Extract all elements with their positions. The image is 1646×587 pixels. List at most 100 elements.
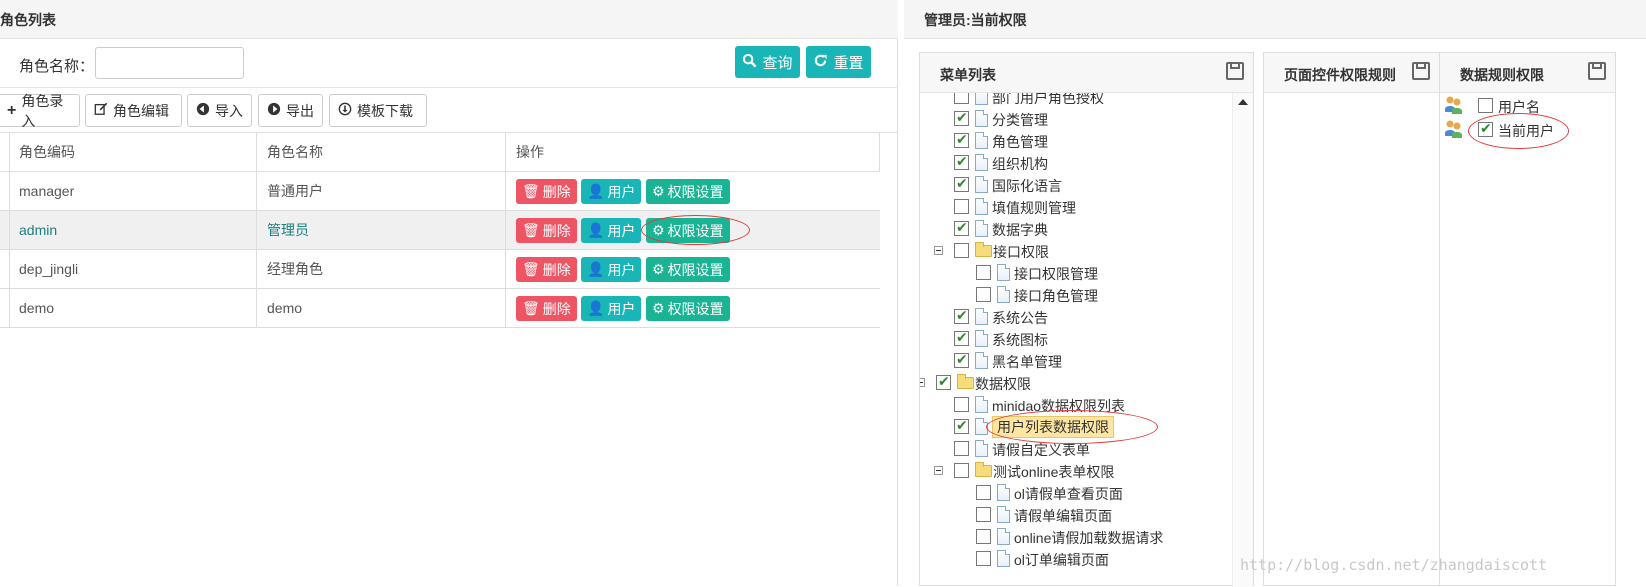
table-row[interactable]: demo demo 🗑 删除 👤 用户 ⚙ 权限设置 — [0, 289, 880, 328]
reset-button[interactable]: 重置 — [806, 46, 871, 78]
tree-node-checkbox[interactable] — [954, 243, 969, 258]
column-divider — [256, 211, 257, 250]
tree-node-label: 请假单编辑页面 — [1014, 508, 1112, 524]
tree-node[interactable]: online请假加载数据请求 — [920, 526, 1232, 548]
users-button[interactable]: 👤 用户 — [581, 218, 642, 243]
edit-role-button[interactable]: 角色编辑 — [85, 94, 182, 127]
circle-arrow-right-icon — [267, 102, 281, 119]
tree-node-checkbox[interactable] — [954, 463, 969, 478]
document-icon — [997, 484, 1010, 501]
users-button[interactable]: 👤 用户 — [581, 179, 642, 204]
tree-node[interactable]: 填值规则管理 — [920, 196, 1232, 218]
tree-node-label: 测试online表单权限 — [993, 464, 1115, 480]
tree-node-checkbox[interactable] — [954, 307, 969, 324]
table-row[interactable]: admin 管理员 🗑 删除 👤 用户 ⚙ 权限设置 — [0, 211, 880, 250]
reset-button-label: 重置 — [833, 54, 864, 72]
template-download-label: 模板下载 — [357, 102, 413, 119]
tree-node-checkbox[interactable] — [954, 219, 969, 236]
tree-node-checkbox[interactable] — [954, 351, 969, 368]
tree-node-checkbox[interactable] — [936, 373, 951, 390]
column-header-role-code[interactable]: 角色编码 — [19, 133, 75, 172]
query-button[interactable]: 查询 — [735, 46, 800, 78]
delete-button[interactable]: 🗑 删除 — [516, 296, 577, 321]
tree-node[interactable]: 部门用户角色授权 — [920, 93, 1232, 108]
permission-settings-button[interactable]: ⚙ 权限设置 — [646, 179, 730, 204]
delete-label: 删除 — [542, 183, 571, 200]
delete-button[interactable]: 🗑 删除 — [516, 257, 577, 282]
document-icon — [975, 396, 988, 413]
tree-node[interactable]: 接口角色管理 — [920, 284, 1232, 306]
tree-node-checkbox[interactable] — [954, 109, 969, 126]
tree-node[interactable]: ol请假单查看页面 — [920, 482, 1232, 504]
collapse-toggle-icon[interactable] — [934, 466, 943, 475]
tree-node[interactable]: 系统公告 — [920, 306, 1232, 328]
tree-node-checkbox[interactable] — [954, 93, 969, 104]
tree-node[interactable]: 角色管理 — [920, 130, 1232, 152]
save-icon[interactable] — [1588, 62, 1606, 80]
import-button[interactable]: 导入 — [187, 94, 252, 127]
tree-node[interactable]: 系统图标 — [920, 328, 1232, 350]
users-button[interactable]: 👤 用户 — [581, 257, 642, 282]
tree-folder-node[interactable]: 数据权限 — [920, 372, 1232, 394]
role-list-header: 角色列表 — [0, 0, 898, 39]
query-button-label: 查询 — [762, 54, 793, 72]
export-label: 导出 — [286, 102, 314, 119]
document-icon — [997, 286, 1010, 303]
tree-node-checkbox[interactable] — [954, 397, 969, 412]
tree-node[interactable]: 国际化语言 — [920, 174, 1232, 196]
delete-button[interactable]: 🗑 删除 — [516, 218, 577, 243]
tree-node[interactable]: 请假单编辑页面 — [920, 504, 1232, 526]
tree-node-checkbox[interactable] — [954, 175, 969, 192]
column-divider — [9, 289, 10, 328]
save-icon[interactable] — [1412, 62, 1430, 80]
tree-node-checkbox[interactable] — [976, 485, 991, 500]
tree-folder-node[interactable]: 接口权限 — [920, 240, 1232, 262]
scroll-up-arrow-icon[interactable] — [1238, 99, 1248, 105]
page-control-rules-panel: 页面控件权限规则 — [1263, 52, 1440, 586]
data-rule-permissions-header: 数据规则权限 — [1440, 53, 1615, 93]
tree-node-checkbox[interactable] — [976, 287, 991, 302]
tree-node-label: 数据字典 — [992, 222, 1048, 238]
users-button[interactable]: 👤 用户 — [581, 296, 642, 321]
tree-node-checkbox[interactable] — [954, 417, 969, 434]
delete-label: 删除 — [542, 261, 571, 278]
current-permissions-header: 管理员:当前权限 — [904, 0, 1646, 39]
column-header-role-name[interactable]: 角色名称 — [267, 133, 323, 172]
delete-button[interactable]: 🗑 删除 — [516, 179, 577, 204]
tree-folder-node[interactable]: 测试online表单权限 — [920, 460, 1232, 482]
tree-node[interactable]: 数据字典 — [920, 218, 1232, 240]
permission-settings-button[interactable]: ⚙ 权限设置 — [646, 257, 730, 282]
tree-scrollbar[interactable] — [1232, 93, 1253, 587]
tree-node[interactable]: 黑名单管理 — [920, 350, 1232, 372]
role-name-search-input[interactable] — [95, 47, 244, 79]
save-icon[interactable] — [1226, 62, 1244, 80]
edit-role-label: 角色编辑 — [113, 102, 169, 119]
tree-node-checkbox[interactable] — [954, 153, 969, 170]
template-download-button[interactable]: 模板下载 — [329, 94, 427, 127]
table-row[interactable]: manager 普通用户 🗑 删除 👤 用户 ⚙ 权限设置 — [0, 172, 880, 211]
add-role-button[interactable]: + 角色录入 — [0, 93, 80, 129]
tree-node-checkbox[interactable] — [976, 507, 991, 522]
tree-node-checkbox[interactable] — [976, 551, 991, 566]
column-divider — [879, 133, 880, 172]
collapse-toggle-icon[interactable] — [920, 378, 925, 387]
collapse-toggle-icon[interactable] — [934, 246, 943, 255]
refresh-icon — [813, 53, 828, 72]
tree-node[interactable]: ol订单编辑页面 — [920, 548, 1232, 570]
data-rule-checkbox[interactable] — [1478, 98, 1493, 113]
user-group-icon — [1444, 95, 1464, 114]
tree-node[interactable]: 分类管理 — [920, 108, 1232, 130]
export-button[interactable]: 导出 — [258, 94, 323, 127]
permission-settings-button[interactable]: ⚙ 权限设置 — [646, 296, 730, 321]
tree-node-checkbox[interactable] — [954, 199, 969, 214]
tree-node-label: online请假加载数据请求 — [1014, 530, 1164, 546]
table-row[interactable]: dep_jingli 经理角色 🗑 删除 👤 用户 ⚙ 权限设置 — [0, 250, 880, 289]
tree-node-checkbox[interactable] — [976, 265, 991, 280]
tree-node[interactable]: 接口权限管理 — [920, 262, 1232, 284]
tree-node-checkbox[interactable] — [976, 529, 991, 544]
tree-node-checkbox[interactable] — [954, 131, 969, 148]
tree-node[interactable]: 组织机构 — [920, 152, 1232, 174]
tree-node-checkbox[interactable] — [954, 441, 969, 456]
menu-tree: 部门用户角色授权分类管理角色管理组织机构国际化语言填值规则管理数据字典接口权限接… — [920, 93, 1232, 587]
tree-node-checkbox[interactable] — [954, 329, 969, 346]
